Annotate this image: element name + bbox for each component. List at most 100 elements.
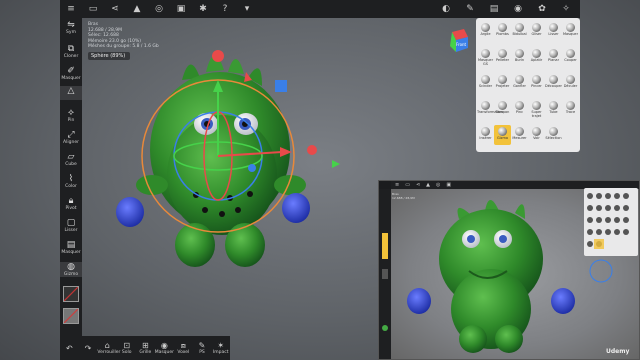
brush-tube[interactable]: Tube <box>545 99 562 119</box>
tool-smooth[interactable]: ▢ Lisser <box>60 218 82 233</box>
brush-masquer-gs[interactable]: Masquer GS <box>477 47 494 67</box>
brush-pincer[interactable]: Pincer <box>528 73 545 93</box>
brush-label: Planar <box>547 58 560 62</box>
brush-label: Gonfler <box>513 84 526 88</box>
brush-pinc[interactable]: Pinc <box>511 99 528 119</box>
brush-preview-icon <box>532 101 541 110</box>
brush-preview-icon <box>498 101 507 110</box>
top-toolbar-right: ◐ ✎ ▤ ◉ ✿ ✧ <box>436 0 580 18</box>
triangle-icon: △ <box>67 86 75 96</box>
brush-panel: Argile Plombs Bidulbal Gliser Lisser Masquer M… <box>476 18 580 152</box>
settings-icon[interactable]: ✿ <box>532 0 552 18</box>
brush-couper[interactable]: Couper <box>562 47 579 67</box>
brush-voir[interactable]: Voir <box>528 125 545 145</box>
view-cube[interactable]: Front <box>438 28 470 54</box>
brush-preview-icon <box>498 49 507 58</box>
tool-color[interactable]: ⌇ Color <box>60 174 82 189</box>
inset-left-toolbar <box>379 189 391 359</box>
material-icon[interactable]: ◉ <box>508 0 528 18</box>
color-swatch[interactable] <box>63 286 79 302</box>
tool-cloner[interactable]: ⧉ Cloner <box>60 44 82 59</box>
color-wheel-icon[interactable]: ◐ <box>436 0 456 18</box>
hide-button[interactable]: ◉ Masquer <box>155 341 174 356</box>
menu-icon: ≡ <box>395 182 400 188</box>
lock-button[interactable]: ⌂ Verrouiller <box>97 340 120 356</box>
brush-preview-icon <box>549 101 558 110</box>
brush-sélection[interactable]: Sélection <box>545 125 562 145</box>
globe-icon[interactable]: ◎ <box>148 0 170 18</box>
brush-label: Tampon <box>495 110 510 114</box>
brush-preview-icon <box>498 23 507 32</box>
impact-button[interactable]: ✶ Impact <box>211 341 230 356</box>
brush-lisser[interactable]: Lisser <box>545 21 562 41</box>
brush-super-trajet[interactable]: Super trajet <box>528 99 545 119</box>
settings-icon[interactable]: ✱ <box>192 0 214 18</box>
mask-icon: ▤ <box>66 240 76 250</box>
brush-label: Gliser <box>531 32 542 36</box>
brush-plombs[interactable]: Plombs <box>494 21 511 41</box>
brush-argile[interactable]: Argile <box>477 21 494 41</box>
brush-pelleter[interactable]: Pelleter <box>494 47 511 67</box>
brush-aplatir[interactable]: Aplatir <box>528 47 545 67</box>
tool-pivot[interactable]: 🔒︎ Pivot <box>60 196 82 211</box>
inset-brush-panel <box>584 188 638 256</box>
help-icon[interactable]: ? <box>214 0 236 18</box>
layers-icon[interactable]: ▤ <box>484 0 504 18</box>
udemy-watermark: Udemy <box>606 348 630 355</box>
dropdown-icon[interactable]: ▾ <box>236 0 258 18</box>
brush-bidulbal[interactable]: Bidulbal <box>511 21 528 41</box>
material-swatch[interactable] <box>63 308 79 324</box>
tool-hide[interactable]: ✐ Masquer <box>60 66 82 81</box>
scene-stats: Bras 12.688 / 28,9M Sélec: 12.688 Mémoir… <box>88 22 159 49</box>
lock-icon: 🔒︎ <box>68 196 74 206</box>
menu-icon[interactable]: ≡ <box>60 0 82 18</box>
camera-icon[interactable]: ▣ <box>170 0 192 18</box>
brush-label: Déculer <box>563 84 578 88</box>
folder-icon[interactable]: ▭ <box>82 0 104 18</box>
redo-button[interactable]: ↷ <box>79 344 98 353</box>
pin-icon[interactable]: ✧ <box>556 0 576 18</box>
brush-déculer[interactable]: Déculer <box>562 73 579 93</box>
tool-triangle[interactable]: △ <box>60 86 82 100</box>
brush-transformation[interactable]: Transformation <box>477 99 503 119</box>
sculpt-viewport[interactable]: ≡ ▭ ⋖ ▲ ◎ ▣ ✱ ? ▾ ◐ ✎ ▤ ◉ ✿ ✧ ⇋ Sym ⧉ Clon… <box>0 0 640 360</box>
brush-masquer[interactable]: Masquer <box>562 21 579 41</box>
brush-label: Argile <box>480 32 491 36</box>
brush-tampon[interactable]: Tampon <box>494 99 511 119</box>
tool-cube[interactable]: ▱ Cube <box>60 152 82 167</box>
brush-preview-icon <box>515 101 524 110</box>
pin-icon: ⟡ <box>68 108 74 118</box>
brush-gizmo[interactable]: Gizmo <box>494 125 511 145</box>
brush-gonfler[interactable]: Gonfler <box>511 73 528 93</box>
tool-mask[interactable]: ▤ Masquer <box>60 240 82 255</box>
brush-gliser[interactable]: Gliser <box>528 21 545 41</box>
gizmo-icon: ◍ <box>67 262 75 272</box>
grid-button[interactable]: ⊞ Grille <box>136 341 155 356</box>
share-icon[interactable]: ⋖ <box>104 0 126 18</box>
brush-trace[interactable]: Trace <box>562 99 579 119</box>
brush-projeter[interactable]: Projeter <box>494 73 511 93</box>
brush-label: Trace <box>565 110 576 114</box>
ps-button[interactable]: ✎ PS <box>193 341 212 356</box>
tool-sym[interactable]: ⇋ Sym <box>60 20 82 35</box>
solo-button[interactable]: ⊡ Solo <box>117 341 136 356</box>
eye-icon: ◉ <box>160 340 168 350</box>
brush-burin[interactable]: Burin <box>511 47 528 67</box>
brush-mesurer[interactable]: Mesurer <box>511 125 528 145</box>
selected-object-tag[interactable]: Sphère (89%) <box>88 52 130 60</box>
tool-pin[interactable]: ⟡ Pin <box>60 108 82 123</box>
brush-scinder[interactable]: Scinder <box>477 73 494 93</box>
brush-insérer[interactable]: Insérer <box>477 125 494 145</box>
brush-preview-icon <box>549 23 558 32</box>
tool-align[interactable]: ⤢ Aligner <box>60 130 82 145</box>
brush-label: Lisser <box>548 32 559 36</box>
tool-gizmo[interactable]: ◍ Gizmo <box>60 262 82 277</box>
brush-icon[interactable]: ✎ <box>460 0 480 18</box>
undo-button[interactable]: ↶ <box>60 344 79 353</box>
brush-planar[interactable]: Planar <box>545 47 562 67</box>
brush-label: Plombs <box>496 32 509 36</box>
lock-icon: ⌂ <box>104 340 110 350</box>
voxel-button[interactable]: ⧈ Voxel <box>174 341 193 356</box>
scene-icon[interactable]: ▲ <box>126 0 148 18</box>
brush-découper[interactable]: Découper <box>545 73 562 93</box>
